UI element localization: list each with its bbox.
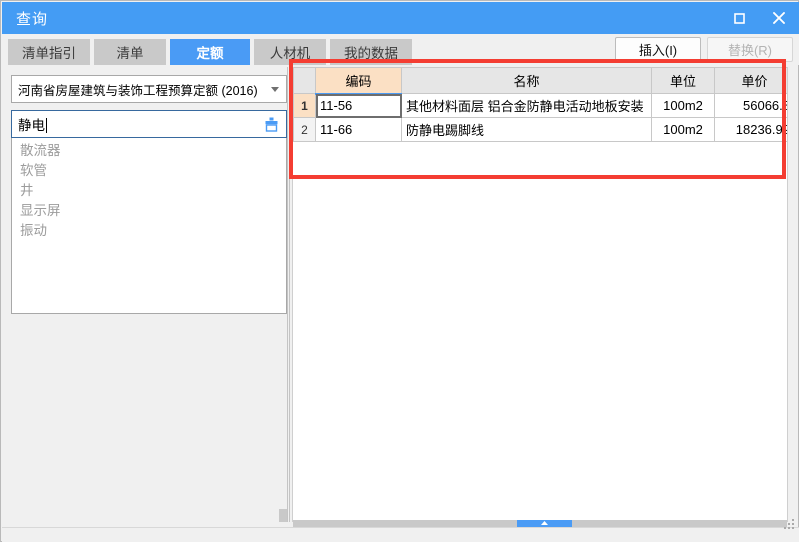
column-header-rownum — [293, 67, 316, 94]
insert-button-label: 插入(I) — [638, 43, 678, 58]
collapse-up-icon — [541, 521, 548, 525]
tab-label: 定额 — [196, 46, 224, 61]
search-input-value: 静电 — [18, 118, 45, 133]
cell-price[interactable]: 56066.8 — [714, 93, 787, 118]
panel-splitter[interactable] — [287, 67, 290, 522]
column-header-code[interactable]: 编码 — [315, 67, 402, 95]
cell-unit[interactable]: 100m2 — [651, 93, 715, 118]
row-number: 1 — [293, 93, 316, 118]
tab-dinge[interactable]: 定额 — [170, 39, 250, 65]
tab-qingdan[interactable]: 清单 — [94, 39, 166, 65]
action-bar: 插入(I) 替换(R) — [615, 37, 795, 62]
row-number: 2 — [293, 117, 316, 142]
tab-label: 人材机 — [269, 46, 311, 61]
tab-wodeshuju[interactable]: 我的数据 — [330, 39, 412, 65]
window-controls — [719, 2, 799, 34]
maximize-icon[interactable] — [719, 2, 759, 34]
query-window: 查询 清单指引 清单 定额 人材机 我的数据 插入(I) 替换(R) 河南省房屋… — [0, 0, 799, 542]
horizontal-scrollbar-thumb[interactable] — [517, 520, 572, 527]
library-select[interactable]: 河南省房屋建筑与装饰工程预算定额 (2016) — [11, 75, 287, 103]
results-table: 编码 名称 单位 单价 1 11-56 其他材料面层 铝合金防静电活动地板安装 … — [293, 67, 787, 142]
text-caret — [46, 118, 47, 133]
cell-code[interactable]: 11-66 — [315, 117, 402, 142]
horizontal-scrollbar[interactable] — [293, 520, 787, 527]
table-header-row: 编码 名称 单位 单价 — [293, 67, 787, 95]
tab-label: 清单 — [116, 46, 144, 61]
list-item[interactable]: 显示屏 — [12, 201, 286, 221]
title-bar: 查询 — [2, 2, 799, 34]
results-panel: 编码 名称 单位 单价 1 11-56 其他材料面层 铝合金防静电活动地板安装 … — [292, 67, 788, 522]
tab-label: 我的数据 — [344, 46, 398, 61]
tab-rencaiji[interactable]: 人材机 — [254, 39, 326, 65]
search-icon[interactable] — [263, 116, 279, 132]
window-title: 查询 — [16, 10, 49, 28]
cell-code[interactable]: 11-56 — [315, 93, 402, 118]
replace-button-label: 替换(R) — [727, 43, 773, 58]
cell-price[interactable]: 18236.99 — [714, 117, 787, 142]
cell-unit[interactable]: 100m2 — [651, 117, 715, 142]
insert-button[interactable]: 插入(I) — [615, 37, 701, 62]
status-bar — [2, 527, 799, 542]
tab-qingdan-zhiyin[interactable]: 清单指引 — [8, 39, 90, 65]
cell-name[interactable]: 防静电踢脚线 — [401, 117, 652, 142]
table-row[interactable]: 2 11-66 防静电踢脚线 100m2 18236.99 — [293, 117, 787, 142]
search-suggestion-list[interactable]: 散流器 软管 井 显示屏 振动 — [11, 138, 287, 314]
tab-label: 清单指引 — [22, 46, 76, 61]
list-item[interactable]: 井 — [12, 181, 286, 201]
list-item[interactable]: 散流器 — [12, 141, 286, 161]
search-input[interactable]: 静电 — [11, 110, 287, 138]
library-select-value: 河南省房屋建筑与装饰工程预算定额 (2016) — [18, 83, 258, 98]
close-icon[interactable] — [759, 2, 799, 34]
table-row[interactable]: 1 11-56 其他材料面层 铝合金防静电活动地板安装 100m2 56066.… — [293, 93, 787, 118]
chevron-down-icon — [271, 87, 279, 92]
column-header-price[interactable]: 单价 — [714, 67, 787, 94]
resize-grip[interactable] — [784, 519, 795, 530]
column-header-unit[interactable]: 单位 — [651, 67, 715, 94]
list-item[interactable]: 软管 — [12, 161, 286, 181]
list-item[interactable]: 振动 — [12, 221, 286, 241]
column-header-name[interactable]: 名称 — [401, 67, 652, 94]
cell-name[interactable]: 其他材料面层 铝合金防静电活动地板安装 — [401, 93, 652, 118]
replace-button: 替换(R) — [707, 37, 793, 62]
left-search-panel: 河南省房屋建筑与装饰工程预算定额 (2016) 静电 散流器 软管 井 显示屏 … — [11, 75, 287, 525]
left-scrollbar-corner[interactable] — [279, 509, 287, 522]
